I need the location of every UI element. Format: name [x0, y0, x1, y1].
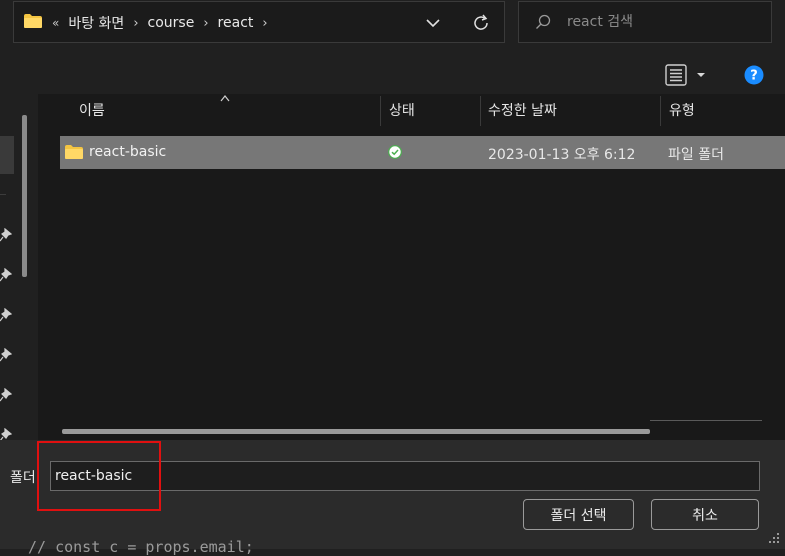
- chevron-right-icon[interactable]: ›: [262, 16, 267, 31]
- chevron-right-icon[interactable]: ›: [203, 16, 208, 31]
- svg-text:?: ?: [750, 69, 758, 84]
- pin-icon[interactable]: [0, 228, 12, 242]
- cancel-button[interactable]: 취소: [651, 499, 759, 530]
- address-bar[interactable]: « 바탕 화면 › course › react ›: [13, 1, 505, 43]
- resize-grip-icon[interactable]: [766, 530, 780, 544]
- breadcrumb-overflow[interactable]: «: [52, 16, 59, 30]
- column-divider[interactable]: [480, 96, 481, 126]
- help-icon[interactable]: ?: [744, 65, 764, 85]
- highlight-annotation-box: [37, 441, 161, 511]
- pin-icon[interactable]: [0, 388, 12, 402]
- caret-down-icon[interactable]: [696, 71, 706, 79]
- folder-icon: [24, 14, 42, 28]
- pin-icon[interactable]: [0, 348, 12, 362]
- file-type: 파일 폴더: [668, 147, 724, 163]
- view-options-icon[interactable]: [664, 64, 688, 86]
- search-box[interactable]: [518, 1, 772, 43]
- synced-check-icon: [388, 145, 402, 159]
- chevron-down-icon[interactable]: [424, 14, 442, 32]
- background-code-text: // const c = props.email;: [28, 538, 254, 556]
- divider: [650, 420, 762, 421]
- search-icon: [536, 14, 551, 29]
- pin-icon[interactable]: [0, 268, 12, 282]
- nav-scrollbar[interactable]: [22, 115, 27, 277]
- folder-icon: [65, 145, 83, 159]
- folder-label: 폴더:: [10, 470, 41, 486]
- column-divider[interactable]: [380, 96, 381, 126]
- pin-icon[interactable]: [0, 308, 12, 322]
- file-modified-date: 2023-01-13 오후 6:12: [488, 147, 636, 163]
- nav-selected-item[interactable]: [0, 136, 14, 174]
- column-header-type[interactable]: 유형: [669, 100, 695, 120]
- column-header-name[interactable]: 이름: [79, 100, 105, 120]
- nav-divider: [0, 194, 6, 195]
- refresh-icon[interactable]: [471, 13, 491, 33]
- list-item[interactable]: react-basic 2023-01-13 오후 6:12 파일 폴더: [60, 136, 785, 169]
- file-name: react-basic: [89, 144, 167, 160]
- breadcrumb-item-course[interactable]: course: [148, 15, 195, 31]
- breadcrumb-item-desktop[interactable]: 바탕 화면: [68, 13, 124, 33]
- breadcrumb-item-react[interactable]: react: [218, 15, 254, 31]
- select-folder-button[interactable]: 폴더 선택: [523, 499, 634, 530]
- breadcrumb: « 바탕 화면 › course › react ›: [52, 13, 268, 33]
- column-header-status[interactable]: 상태: [389, 100, 415, 120]
- horizontal-scrollbar[interactable]: [62, 429, 650, 434]
- column-divider[interactable]: [660, 96, 661, 126]
- sort-ascending-icon: [220, 95, 230, 102]
- search-input[interactable]: [567, 10, 757, 34]
- chevron-right-icon[interactable]: ›: [133, 16, 138, 31]
- column-header-modified[interactable]: 수정한 날짜: [488, 100, 557, 120]
